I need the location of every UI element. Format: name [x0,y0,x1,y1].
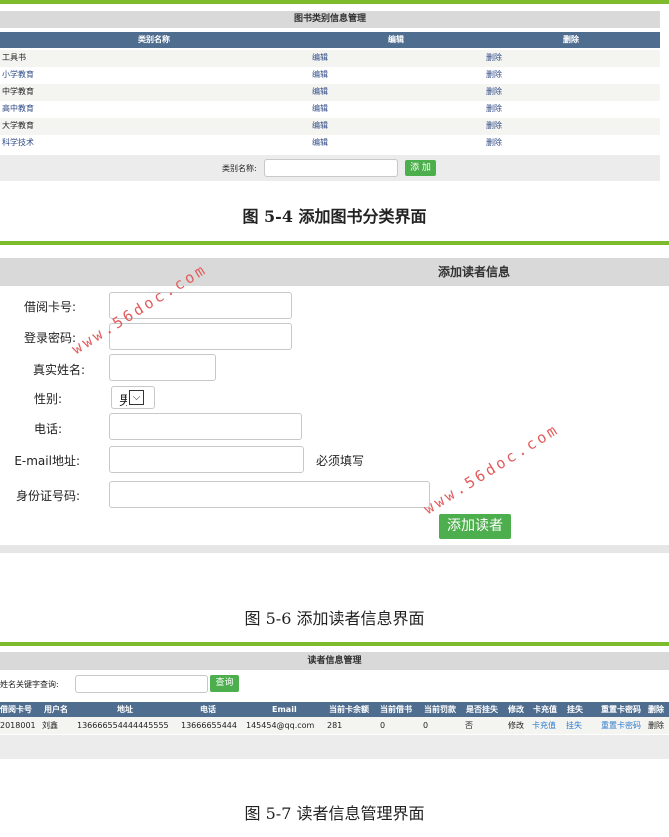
category-name: 中学教育 [2,87,34,96]
category-table-header: 类别名称 编辑 删除 [0,32,660,48]
column-header: 是否挂失 [466,705,498,714]
search-input[interactable] [75,675,208,693]
column-header: 借阅卡号 [0,705,32,714]
table-row: 科学技术 编辑 删除 [0,135,660,152]
figure-caption-5-7: 图 5-7 读者信息管理界面 [244,804,425,823]
column-header-edit: 编辑 [388,35,404,44]
required-note: 必须填写 [316,454,365,468]
table-row: 2018001 刘鑫 136666554444445555 1366665544… [0,717,669,734]
username-cell: 刘鑫 [42,721,58,730]
gender-select[interactable]: 男 ⌵ [111,386,155,409]
column-header: 重置卡密码 [601,705,641,714]
report-lost-link[interactable]: 挂失 [566,717,582,734]
column-header-delete: 删除 [563,35,579,44]
top-accent-bar [0,0,669,4]
delete-link[interactable]: 删除 [486,101,502,117]
column-header-category-name: 类别名称 [138,35,170,44]
fine-cell: 0 [423,721,429,730]
edit-link[interactable]: 编辑 [312,101,328,117]
delete-link[interactable]: 删除 [486,118,502,134]
category-name: 大学教育 [2,121,34,130]
reader-table-header: 借阅卡号 用户名 地址 电话 Email 当前卡余额 当前借书 当前罚款 是否挂… [0,702,669,717]
search-label: 按姓名关键字查询: [0,680,59,689]
lost-cell: 否 [465,721,473,730]
add-category-form: 类别名称: 添 加 [0,155,660,181]
reader-manage-panel-title: 读者信息管理 [0,652,669,670]
column-header: 挂失 [567,705,583,714]
gender-selected-value: 男 [119,394,127,409]
card-no-cell: 2018001 [0,721,36,730]
balance-cell: 281 [327,721,343,730]
table-row: 大学教育 编辑 删除 [0,118,660,135]
column-header: 卡充值 [533,705,557,714]
category-name-label: 类别名称: [222,164,257,173]
phone-label: 电话: [33,422,62,436]
figure-caption-5-4: 图 5-4 添加图书分类界面 [242,207,427,226]
delete-link[interactable]: 删除 [486,135,502,151]
gender-label: 性别: [33,392,62,406]
column-header: 当前卡余额 [329,705,369,714]
id-card-input[interactable] [109,481,430,508]
figure-caption-5-6: 图 5-6 添加读者信息界面 [244,609,425,628]
add-category-button[interactable]: 添 加 [405,160,436,176]
card-no-label: 借阅卡号: [23,300,76,314]
real-name-input[interactable] [109,354,216,381]
watermark: www.56doc.com [420,419,563,518]
section-accent-bar [0,241,669,245]
column-header: 当前借书 [380,705,412,714]
section-footer-band [0,735,669,759]
delete-link[interactable]: 删除 [486,67,502,83]
phone-cell: 13666655444 [181,721,237,730]
delete-link[interactable]: 删除 [486,84,502,100]
password-label: 登录密码: [23,331,76,345]
column-header: Email [272,705,297,714]
column-header: 删除 [648,705,664,714]
email-cell: 145454@qq.com [246,721,315,730]
table-row: 高中教育 编辑 删除 [0,101,660,118]
category-name-input[interactable] [264,159,398,177]
phone-input[interactable] [109,413,302,440]
column-header: 当前罚款 [424,705,456,714]
email-input[interactable] [109,446,304,473]
email-label: E-mail地址: [14,454,80,468]
edit-link[interactable]: 编辑 [312,67,328,83]
edit-link[interactable]: 编辑 [312,50,328,66]
password-input[interactable] [109,323,292,350]
borrowed-cell: 0 [380,721,386,730]
edit-link[interactable]: 编辑 [312,84,328,100]
column-header: 用户名 [44,705,68,714]
category-name: 小学教育 [2,70,34,79]
chevron-down-icon: ⌵ [129,390,144,405]
column-header: 修改 [508,705,524,714]
edit-link[interactable]: 编辑 [312,135,328,151]
table-row: 小学教育 编辑 删除 [0,67,660,84]
edit-link[interactable]: 修改 [508,717,524,734]
table-row: 工具书 编辑 删除 [0,50,660,67]
edit-link[interactable]: 编辑 [312,118,328,134]
address-cell: 136666554444445555 [77,721,169,730]
category-name: 工具书 [2,53,26,62]
category-name: 高中教育 [2,104,34,113]
search-button[interactable]: 查询 [210,675,239,692]
add-reader-button[interactable]: 添加读者 [439,514,511,539]
real-name-label: 真实姓名: [32,363,85,377]
delete-link[interactable]: 删除 [486,50,502,66]
column-header: 电话 [200,705,216,714]
id-card-label: 身份证号码: [15,489,80,503]
section-accent-bar [0,642,669,646]
section-footer-band [0,545,669,553]
category-name: 科学技术 [2,138,34,147]
reset-password-link[interactable]: 重置卡密码 [601,717,641,734]
recharge-link[interactable]: 卡充值 [532,717,556,734]
column-header: 地址 [117,705,133,714]
add-reader-panel-title: 添加读者信息 [0,258,669,286]
table-row: 中学教育 编辑 删除 [0,84,660,101]
delete-link[interactable]: 删除 [648,717,664,734]
category-panel-title: 图书类别信息管理 [0,11,660,28]
